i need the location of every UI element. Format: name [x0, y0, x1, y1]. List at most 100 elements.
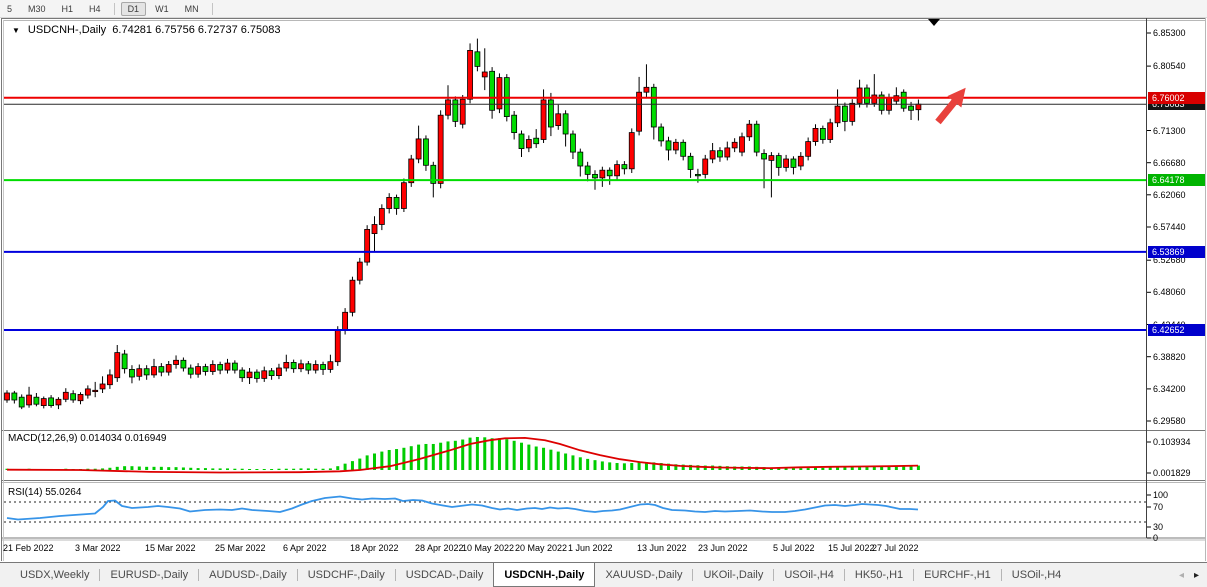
chart-ohlc-values: 6.74281 6.75756 6.72737 6.75083 [112, 24, 280, 36]
date-label: 21 Feb 2022 [3, 543, 54, 553]
date-label: 15 Jul 2022 [828, 543, 875, 553]
candle-up [813, 128, 818, 141]
macd-bar [344, 464, 347, 470]
tab-item-usdchfdaily[interactable]: USDCHF-,Daily [298, 563, 395, 587]
macd-bar [821, 468, 824, 470]
candle-down [681, 142, 686, 156]
date-label: 3 Mar 2022 [75, 543, 121, 553]
macd-bar [527, 445, 530, 470]
candle-up [350, 280, 355, 312]
price-badge-6.64178: 6.64178 [1148, 174, 1205, 186]
tab-item-usdcnhdaily[interactable]: USDCNH-,Daily [493, 563, 595, 587]
date-label: 15 Mar 2022 [145, 543, 196, 553]
tab-item-xauusddaily[interactable]: XAUUSD-,Daily [595, 563, 692, 587]
tab-item-ukoildaily[interactable]: UKOil-,Daily [693, 563, 773, 587]
candle-up [828, 123, 833, 140]
tab-item-usdxweekly[interactable]: USDX,Weekly [10, 563, 99, 587]
date-label: 18 Apr 2022 [350, 543, 399, 553]
tab-item-usoilh4[interactable]: USOil-,H4 [1002, 563, 1072, 587]
date-label: 6 Apr 2022 [283, 543, 327, 553]
date-label: 10 May 2022 [462, 543, 514, 553]
macd-bar [197, 468, 200, 470]
tab-scroll-left-icon[interactable]: ◂ [1179, 570, 1184, 581]
candle-up [107, 375, 112, 385]
candle-down [578, 152, 583, 166]
trend-arrow-icon[interactable] [931, 82, 973, 128]
candle-down [188, 368, 193, 374]
macd-bar [843, 467, 846, 470]
candle-down [512, 115, 517, 132]
candle-down [254, 372, 259, 378]
candle-down [19, 397, 24, 407]
candle-down [122, 354, 127, 369]
macd-bar [505, 439, 508, 470]
tab-scroll-right-icon[interactable]: ▸ [1194, 570, 1199, 581]
macd-bar [513, 441, 516, 470]
candle-up [284, 362, 289, 368]
candle-down [321, 365, 326, 370]
macd-bar [226, 468, 229, 470]
tab-item-eurusddaily[interactable]: EURUSD-,Daily [100, 563, 198, 587]
macd-bar [322, 469, 325, 470]
price-tick-label: 6.85300 [1153, 28, 1186, 38]
candle-up [401, 183, 406, 209]
tab-item-eurchfh1[interactable]: EURCHF-,H1 [914, 563, 1001, 587]
macd-bar [608, 462, 611, 470]
trading-platform-window: 5M30H1H4D1W1MN ▼USDCNH-,Daily 6.74281 6.… [0, 0, 1207, 587]
candle-down [593, 174, 598, 178]
candle-down [394, 197, 399, 208]
chart-shift-marker-icon[interactable] [928, 19, 940, 26]
macd-bar [255, 469, 258, 470]
macd-bar [145, 467, 148, 470]
candle-down [181, 360, 186, 368]
date-label: 25 Mar 2022 [215, 543, 266, 553]
candle-down [607, 170, 612, 176]
macd-bar [638, 462, 641, 470]
candle-down [688, 156, 693, 169]
candle-down [820, 128, 825, 139]
one-click-trading-dropdown-icon[interactable]: ▼ [12, 26, 20, 35]
candle-up [210, 365, 215, 372]
tab-item-audusddaily[interactable]: AUDUSD-,Daily [199, 563, 297, 587]
macd-bar [520, 443, 523, 470]
candle-down [144, 369, 149, 375]
candle-up [85, 389, 90, 395]
rsi-axis-label: 100 [1153, 490, 1168, 500]
candle-down [129, 369, 134, 377]
macd-bar [498, 438, 501, 470]
candle-up [357, 262, 362, 280]
candle-down [519, 134, 524, 149]
rsi-axis-label: 70 [1153, 502, 1163, 512]
candle-up [115, 353, 120, 378]
candle-up [725, 148, 730, 157]
candle-down [901, 92, 906, 108]
candle-up [343, 312, 348, 329]
candle-down [651, 87, 656, 127]
candle-down [570, 134, 575, 152]
candle-down [12, 393, 17, 400]
tab-item-usdcaddaily[interactable]: USDCAD-,Daily [396, 563, 494, 587]
candle-up [872, 95, 877, 103]
macd-bar [594, 460, 597, 470]
tab-item-hk50h1[interactable]: HK50-,H1 [845, 563, 913, 587]
price-badge-6.42652: 6.42652 [1148, 324, 1205, 336]
macd-bar [571, 455, 574, 470]
tab-item-usoilh4[interactable]: USOil-,H4 [774, 563, 844, 587]
candle-down [159, 367, 164, 373]
chart-canvas[interactable] [0, 0, 1207, 587]
macd-bar [366, 455, 369, 470]
candlestick-series [5, 39, 921, 410]
candle-up [460, 99, 465, 124]
candle-up [137, 369, 142, 377]
macd-bar [153, 467, 156, 470]
candle-down [475, 52, 480, 67]
macd-bar [402, 448, 405, 470]
candle-down [534, 138, 539, 144]
macd-bar [454, 441, 457, 470]
macd-bar [130, 466, 133, 470]
candle-up [276, 368, 281, 376]
candle-down [695, 174, 700, 175]
candle-up [56, 399, 61, 405]
candle-down [34, 397, 39, 404]
macd-bar [410, 446, 413, 470]
